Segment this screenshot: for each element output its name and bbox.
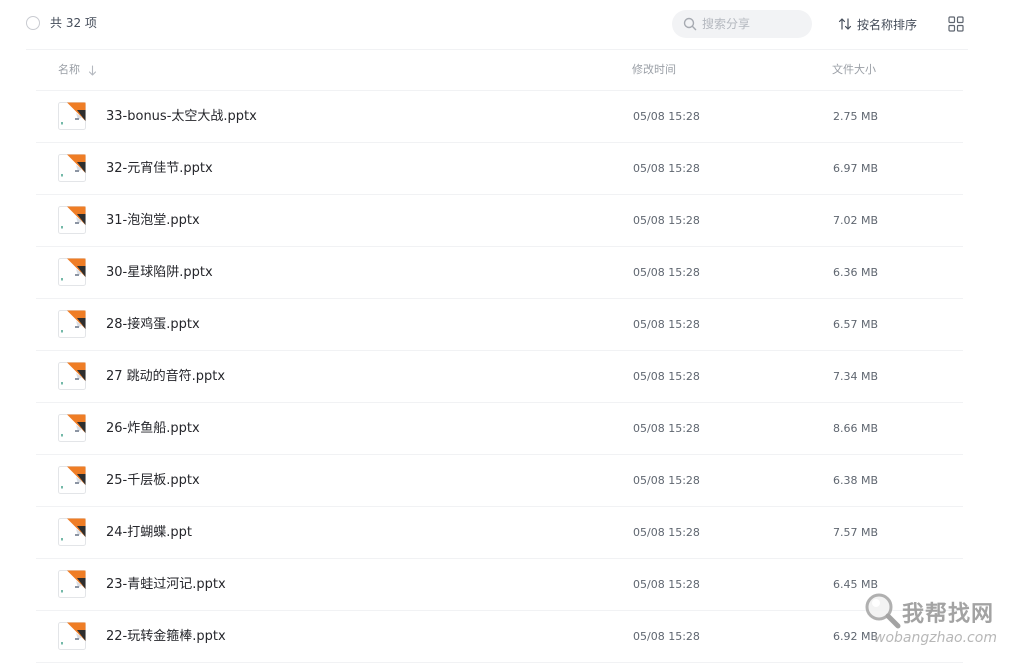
ppt-file-icon [58, 310, 86, 338]
watermark-title: 我帮找网 [902, 602, 995, 627]
file-name[interactable]: 27 跳动的音符.pptx [106, 368, 225, 386]
search-input[interactable] [702, 10, 806, 38]
ppt-file-icon [58, 206, 86, 234]
file-name[interactable]: 22-玩转金箍棒.pptx [106, 628, 226, 646]
file-modified: 05/08 15:28 [633, 578, 700, 591]
table-row[interactable]: 30-星球陷阱.pptx 05/08 15:28 6.36 MB [36, 247, 963, 299]
file-list: 33-bonus-太空大战.pptx 05/08 15:28 2.75 MB 3… [36, 91, 963, 663]
file-name[interactable]: 31-泡泡堂.pptx [106, 212, 200, 230]
sort-label: 按名称排序 [857, 17, 918, 32]
column-name[interactable]: 名称 [58, 63, 97, 77]
sort-arrows-icon [838, 18, 852, 30]
column-name-label: 名称 [58, 63, 80, 76]
table-row[interactable]: 26-炸鱼船.pptx 05/08 15:28 8.66 MB [36, 403, 963, 455]
file-name[interactable]: 26-炸鱼船.pptx [106, 420, 200, 438]
ppt-file-icon [58, 258, 86, 286]
toolbar: 共 32 项 按名称排序 [0, 0, 1017, 48]
file-size: 7.57 MB [833, 526, 879, 539]
file-name[interactable]: 33-bonus-太空大战.pptx [106, 108, 257, 126]
search-icon [683, 17, 697, 31]
file-size: 7.34 MB [833, 370, 879, 383]
file-name[interactable]: 23-青蛙过河记.pptx [106, 576, 226, 594]
search-box[interactable] [672, 10, 812, 38]
table-row[interactable]: 32-元宵佳节.pptx 05/08 15:28 6.97 MB [36, 143, 963, 195]
file-modified: 05/08 15:28 [633, 110, 700, 123]
file-name[interactable]: 28-接鸡蛋.pptx [106, 316, 200, 334]
file-name[interactable]: 32-元宵佳节.pptx [106, 160, 213, 178]
ppt-file-icon [58, 362, 86, 390]
ppt-file-icon [58, 518, 86, 546]
table-row[interactable]: 25-千层板.pptx 05/08 15:28 6.38 MB [36, 455, 963, 507]
table-row[interactable]: 24-打蝴蝶.ppt 05/08 15:28 7.57 MB [36, 507, 963, 559]
grid-view-icon[interactable] [948, 16, 964, 32]
file-modified: 05/08 15:28 [633, 630, 700, 643]
file-modified: 05/08 15:28 [633, 526, 700, 539]
file-size: 6.36 MB [833, 266, 879, 279]
file-size: 6.57 MB [833, 318, 879, 331]
ppt-file-icon [58, 154, 86, 182]
ppt-file-icon [58, 466, 86, 494]
file-name[interactable]: 30-星球陷阱.pptx [106, 264, 213, 282]
table-row[interactable]: 28-接鸡蛋.pptx 05/08 15:28 6.57 MB [36, 299, 963, 351]
file-size: 8.66 MB [833, 422, 879, 435]
ppt-file-icon [58, 414, 86, 442]
file-size: 6.97 MB [833, 162, 879, 175]
sort-button[interactable]: 按名称排序 [838, 14, 917, 34]
ppt-file-icon [58, 570, 86, 598]
table-row[interactable]: 31-泡泡堂.pptx 05/08 15:28 7.02 MB [36, 195, 963, 247]
watermark: 我帮找网 wobangzhao.com [862, 590, 1012, 656]
file-modified: 05/08 15:28 [633, 474, 700, 487]
file-name[interactable]: 25-千层板.pptx [106, 472, 200, 490]
file-name[interactable]: 24-打蝴蝶.ppt [106, 524, 192, 542]
ppt-file-icon [58, 102, 86, 130]
table-row[interactable]: 27 跳动的音符.pptx 05/08 15:28 7.34 MB [36, 351, 963, 403]
table-header: 名称 修改时间 文件大小 [36, 50, 963, 91]
file-modified: 05/08 15:28 [633, 162, 700, 175]
file-modified: 05/08 15:28 [633, 422, 700, 435]
file-modified: 05/08 15:28 [633, 318, 700, 331]
file-size: 6.38 MB [833, 474, 879, 487]
file-modified: 05/08 15:28 [633, 370, 700, 383]
file-modified: 05/08 15:28 [633, 214, 700, 227]
table-row[interactable]: 23-青蛙过河记.pptx 05/08 15:28 6.45 MB [36, 559, 963, 611]
file-size: 2.75 MB [833, 110, 879, 123]
table-row[interactable]: 22-玩转金箍棒.pptx 05/08 15:28 6.92 MB [36, 611, 963, 663]
column-modified[interactable]: 修改时间 [632, 63, 676, 77]
column-size[interactable]: 文件大小 [832, 63, 876, 77]
file-modified: 05/08 15:28 [633, 266, 700, 279]
select-all-checkbox[interactable] [26, 16, 40, 30]
file-size: 7.02 MB [833, 214, 879, 227]
table-row[interactable]: 33-bonus-太空大战.pptx 05/08 15:28 2.75 MB [36, 91, 963, 143]
ppt-file-icon [58, 622, 86, 650]
magnifier-logo-icon [865, 593, 901, 629]
item-count: 共 32 项 [50, 16, 97, 30]
watermark-domain: wobangzhao.com [874, 630, 997, 646]
arrow-down-icon [88, 64, 97, 76]
